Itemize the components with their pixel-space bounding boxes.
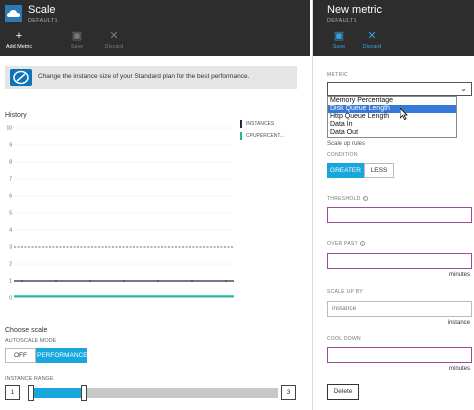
discard-icon: ✕ [109, 30, 119, 42]
slider-fill [28, 388, 83, 398]
series-point [157, 280, 159, 282]
save-button[interactable]: ▣ Save [329, 30, 349, 51]
metric-select[interactable]: ⌄ [327, 82, 472, 96]
metric-option[interactable]: Data In [328, 121, 456, 129]
blade-subtitle: DEFAULT1 [28, 18, 58, 24]
over-past-unit: minutes [448, 272, 470, 278]
metric-option[interactable]: Disk Queue Length [328, 105, 456, 113]
metric-label: METRIC [327, 72, 348, 78]
y-tick-label: 7 [9, 177, 12, 183]
metric-option[interactable]: Http Queue Length [328, 113, 456, 121]
over-past-label: OVER PAST i [327, 241, 365, 247]
scale-up-rules-label: Scale up rules [327, 141, 366, 147]
discard-button[interactable]: ✕ Discard [100, 30, 128, 51]
cool-down-unit: minutes [448, 366, 470, 372]
y-tick-label: 8 [9, 160, 12, 166]
new-metric-header: New metric DEFAULT1 ▣ Save ✕ Discard [313, 0, 474, 56]
scale-up-by-input[interactable]: instance [327, 301, 472, 317]
legend-swatch [240, 132, 242, 140]
discard-icon: ✕ [367, 30, 377, 42]
info-icon: i [362, 196, 368, 202]
condition-greater-toggle[interactable]: GREATER [327, 163, 364, 178]
cloud-service-icon [5, 5, 22, 22]
legend-swatch [240, 120, 242, 128]
y-tick-label: 0 [9, 296, 12, 302]
autoscale-performance-toggle[interactable]: PERFORMANCE [36, 348, 88, 363]
chevron-down-icon: ⌄ [460, 84, 467, 93]
y-tick-label: 4 [9, 228, 12, 234]
instance-range-min[interactable]: 1 [5, 385, 20, 400]
save-icon: ▣ [333, 30, 345, 42]
delete-button[interactable]: Delete [327, 384, 359, 400]
y-tick-label: 9 [9, 143, 12, 149]
instance-range-label: INSTANCE RANGE [5, 376, 54, 382]
y-tick-label: 6 [9, 194, 12, 200]
blade-title: New metric [327, 4, 383, 16]
series-point [89, 280, 91, 282]
add-metric-button[interactable]: + Add Metric [2, 30, 36, 51]
cool-down-label: COOL DOWN [327, 336, 361, 342]
mouse-cursor-icon [399, 107, 408, 122]
y-tick-label: 2 [9, 262, 12, 268]
new-metric-blade: New metric DEFAULT1 ▣ Save ✕ Discard MET… [312, 0, 474, 410]
gauge-icon [10, 69, 32, 86]
threshold-input[interactable] [327, 207, 472, 223]
y-tick-label: 1 [9, 279, 12, 285]
series-point [191, 280, 193, 282]
banner-text: Change the instance size of your Standar… [38, 73, 250, 80]
y-tick-label: 10 [6, 126, 12, 132]
legend-cpupercent: CPUPERCENT... [240, 132, 284, 140]
plus-icon: + [15, 30, 23, 42]
scale-up-by-unit: instance [447, 320, 470, 326]
series-point [225, 280, 227, 282]
metric-option[interactable]: Memory Percentage [328, 97, 456, 105]
save-button[interactable]: ▣ Save [64, 30, 90, 51]
info-icon: i [359, 241, 365, 247]
slider-min-handle[interactable] [28, 385, 34, 401]
save-icon: ▣ [71, 30, 83, 42]
upgrade-banner[interactable]: Change the instance size of your Standar… [5, 66, 297, 89]
metric-dropdown-list: Memory Percentage Disk Queue Length Http… [327, 96, 457, 138]
series-point [21, 280, 23, 282]
scale-blade: Scale DEFAULT1 + Add Metric ▣ Save ✕ Dis… [0, 0, 310, 410]
series-point [123, 280, 125, 282]
series-point [55, 280, 57, 282]
instance-range-max[interactable]: 3 [281, 385, 296, 400]
autoscale-mode-label: AUTOSCALE MODE [5, 338, 57, 344]
blade-subtitle: DEFAULT1 [327, 18, 357, 24]
scale-up-by-label: SCALE UP BY [327, 289, 364, 295]
slider-max-handle[interactable] [81, 385, 87, 401]
autoscale-off-toggle[interactable]: OFF [5, 348, 36, 363]
discard-button[interactable]: ✕ Discard [359, 30, 385, 51]
instance-range-slider[interactable] [28, 388, 278, 398]
condition-label: CONDITION [327, 152, 358, 158]
scale-blade-header: Scale DEFAULT1 + Add Metric ▣ Save ✕ Dis… [0, 0, 310, 56]
y-tick-label: 5 [9, 211, 12, 217]
cool-down-input[interactable] [327, 347, 472, 363]
blade-title: Scale [28, 4, 56, 16]
metric-option[interactable]: Data Out [328, 129, 456, 137]
y-tick-label: 3 [9, 245, 12, 251]
choose-scale-label: Choose scale [5, 327, 48, 334]
over-past-input[interactable] [327, 253, 472, 269]
legend-instances: INSTANCES [240, 120, 274, 128]
history-chart: 109876543210 [6, 126, 234, 302]
condition-less-toggle[interactable]: LESS [364, 163, 394, 178]
threshold-label: THRESHOLD i [327, 196, 368, 202]
